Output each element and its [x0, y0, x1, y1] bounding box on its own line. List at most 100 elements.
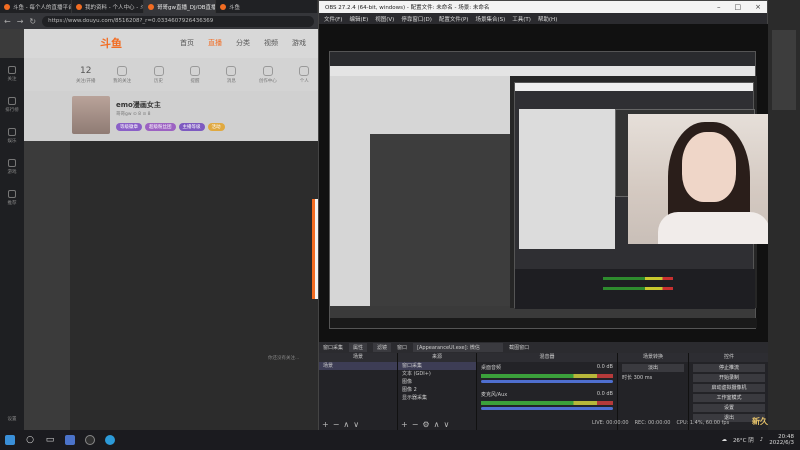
menu-docks[interactable]: 停靠窗口(D): [401, 15, 432, 23]
menu-item-video[interactable]: 视频: [264, 38, 278, 48]
nested-obs-titlebar: [515, 83, 753, 91]
history-item[interactable]: 历史: [145, 58, 172, 91]
down-icon[interactable]: ∨: [443, 420, 449, 429]
task-view-icon[interactable]: ▭: [40, 430, 60, 450]
nested-tab-bar: [330, 52, 755, 66]
menu-file[interactable]: 文件(F): [324, 15, 342, 23]
creator-item[interactable]: 创作中心: [254, 58, 281, 91]
start-recording-button[interactable]: 开始录制: [693, 374, 765, 382]
properties-button[interactable]: 属性: [349, 343, 368, 352]
add-icon[interactable]: +: [401, 420, 408, 429]
up-icon[interactable]: ∧: [343, 420, 349, 429]
follow-count-item[interactable]: 12 关注/开播: [72, 58, 99, 91]
cloud-icon: ☁: [721, 437, 727, 443]
volume-slider[interactable]: [481, 380, 613, 383]
history-icon: [153, 65, 164, 76]
badge-level[interactable]: 等级徽章: [116, 123, 142, 131]
edge-icon[interactable]: [100, 430, 120, 450]
my-follow-item[interactable]: 我的关注: [108, 58, 135, 91]
volume-slider[interactable]: [481, 407, 613, 410]
remove-icon[interactable]: −: [333, 420, 340, 429]
reminder-item[interactable]: 提醒: [181, 58, 208, 91]
mixer-title: 混音器: [477, 353, 617, 362]
app-icon[interactable]: [60, 430, 80, 450]
reload-icon[interactable]: ↻: [29, 17, 36, 26]
remove-icon[interactable]: −: [412, 420, 419, 429]
search-icon[interactable]: ○: [20, 430, 40, 450]
obs-icon[interactable]: [80, 430, 100, 450]
close-icon[interactable]: ×: [755, 3, 761, 11]
menu-scene-collection[interactable]: 场景集合(S): [475, 15, 505, 23]
filters-button[interactable]: 滤镜: [373, 343, 392, 352]
anchor-avatar[interactable]: [72, 96, 110, 134]
source-item[interactable]: 窗口采集: [398, 362, 476, 370]
scenes-dock: 场景 场景 + − ∧ ∨: [319, 353, 397, 431]
menu-tools[interactable]: 工具(T): [512, 15, 531, 23]
browser-tab-1[interactable]: 斗鱼 - 每个人的直播平台×: [0, 0, 72, 13]
gear-icon[interactable]: ⚙: [422, 420, 429, 429]
add-icon[interactable]: +: [322, 420, 329, 429]
back-icon[interactable]: ←: [4, 17, 11, 26]
badge-fans[interactable]: 超级粉丝团: [145, 123, 176, 131]
anchor-name[interactable]: emo漫画女主: [116, 100, 161, 110]
address-bar[interactable]: https://www.douyu.com/8516208?_r=0.03346…: [42, 15, 314, 27]
duration-input[interactable]: 300 ms: [634, 375, 653, 381]
douyu-favicon-icon: [220, 3, 226, 10]
clock[interactable]: 20:48 2022/6/3: [769, 434, 794, 446]
settings-button[interactable]: 设置: [693, 404, 765, 412]
scene-item[interactable]: 场景: [319, 362, 397, 370]
source-item[interactable]: 显示器采集: [398, 394, 476, 402]
source-item[interactable]: 图像 2: [398, 386, 476, 394]
maximize-icon[interactable]: □: [735, 3, 742, 11]
obs-menu-bar: 文件(F) 编辑(E) 视图(V) 停靠窗口(D) 配置文件(P) 场景集合(S…: [319, 13, 767, 24]
browser-tab-2[interactable]: 我的资料 - 个人中心 - 斗鱼×: [72, 0, 144, 13]
message-item[interactable]: 消息: [218, 58, 245, 91]
video-player-area[interactable]: [70, 141, 318, 430]
weather[interactable]: 26°C 阴: [733, 436, 754, 444]
menu-item-games[interactable]: 游戏: [292, 38, 306, 48]
transition-type-select[interactable]: 淡出: [622, 364, 684, 372]
badge-anchor-level[interactable]: 主播等级: [178, 123, 205, 131]
sidebar-item-entertainment[interactable]: 娱乐: [0, 120, 24, 151]
source-item[interactable]: 图像: [398, 378, 476, 386]
controls-title: 控件: [689, 353, 769, 362]
source-item[interactable]: 文本 (GDI+): [398, 370, 476, 378]
virtual-camera-button[interactable]: 启动虚拟摄像机: [693, 384, 765, 392]
menu-view[interactable]: 视图(V): [375, 15, 394, 23]
up-icon[interactable]: ∧: [434, 420, 440, 429]
badge-event[interactable]: 活动: [207, 123, 225, 131]
scenes-title: 场景: [319, 353, 397, 362]
menu-help[interactable]: 帮助(H): [538, 15, 557, 23]
heart-icon: [117, 65, 128, 76]
menu-item-category[interactable]: 分类: [236, 38, 250, 48]
sidebar-item-follow[interactable]: 关注: [0, 58, 24, 89]
live-status: LIVE: 00:00:00: [592, 420, 629, 426]
douyu-logo[interactable]: 斗鱼: [100, 35, 140, 51]
sidebar-item-rank[interactable]: 排行榜: [0, 89, 24, 120]
person-shirt: [658, 212, 770, 244]
menu-edit[interactable]: 编辑(E): [349, 15, 368, 23]
douyu-page: 斗鱼 首页 直播 分类 视频 游戏 12 关注/开播 我的关注 历史 提醒 消息 …: [0, 29, 318, 430]
sidebar-item-recommend[interactable]: 推荐: [0, 182, 24, 213]
menu-profile[interactable]: 配置文件(P): [439, 15, 469, 23]
anchor-badges: 等级徽章 超级粉丝团 主播等级 活动: [116, 123, 225, 131]
nested-obs-mixer: [515, 269, 755, 309]
window-select[interactable]: [AppearanceUI.exe]: 微信: [413, 343, 504, 352]
windows-start-icon[interactable]: [0, 430, 20, 450]
sidebar-item-games[interactable]: 游戏: [0, 151, 24, 182]
sidebar-settings[interactable]: 设置: [0, 416, 24, 422]
browser-tab-4[interactable]: 斗鱼: [216, 0, 318, 13]
minimize-icon[interactable]: –: [717, 3, 721, 11]
nested-url-bar: [330, 66, 755, 76]
browser-tab-3[interactable]: 哥哥gw直播_DJ/OB直播_斗鱼...×: [144, 0, 216, 13]
down-icon[interactable]: ∨: [353, 420, 359, 429]
menu-item-home[interactable]: 首页: [180, 38, 194, 48]
menu-item-live[interactable]: 直播: [208, 38, 222, 48]
stop-streaming-button[interactable]: 停止推流: [693, 364, 765, 372]
volume-icon[interactable]: ♪: [760, 437, 764, 443]
studio-mode-button[interactable]: 工作室模式: [693, 394, 765, 402]
profile-item[interactable]: 个人: [291, 58, 318, 91]
mic-icon: [8, 127, 16, 136]
forward-icon[interactable]: →: [17, 17, 24, 26]
user-icon-row: 12 关注/开播 我的关注 历史 提醒 消息 创作中心 个人: [24, 58, 318, 91]
